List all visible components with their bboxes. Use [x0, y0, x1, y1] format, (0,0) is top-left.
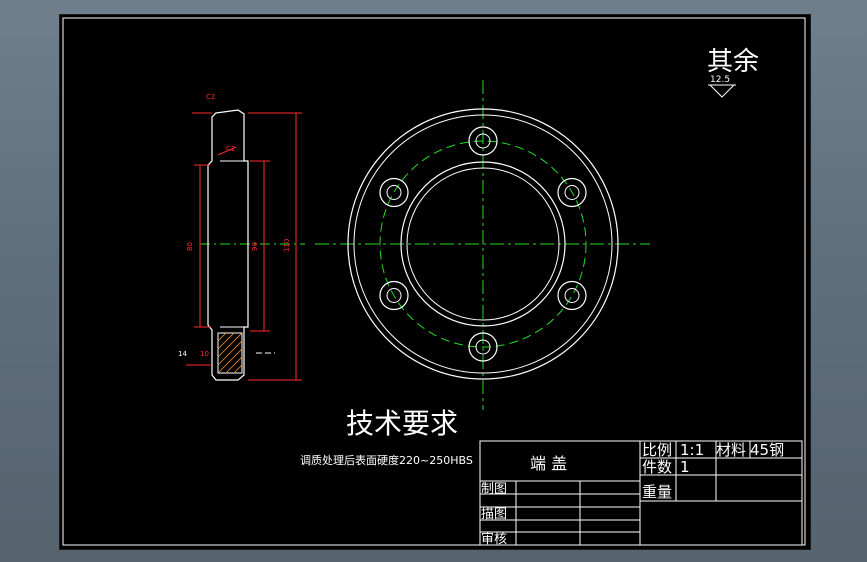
quantity-value: 1: [680, 458, 690, 476]
checked-label: 审核: [481, 532, 507, 547]
part-name: 端 盖: [530, 454, 567, 473]
bolt-hole: [557, 280, 587, 311]
drawing-sheet: C2 C2 80 90 110 14 10 其余 12.5 技术要求 调质处理后…: [59, 14, 811, 550]
bolt-hole-inner: [564, 288, 580, 303]
drawn-label: 制图: [481, 482, 507, 497]
scale-value: 1:1: [680, 441, 704, 459]
tech-requirements-item: 调质处理后表面硬度220~250HBS: [300, 453, 473, 467]
bolt-hole-inner: [386, 185, 402, 200]
material-value: 45钢: [750, 441, 784, 459]
roughness-value: 12.5: [710, 75, 730, 85]
dim-d1-label: 80: [186, 242, 194, 251]
weight-label: 重量: [642, 483, 672, 501]
section-hatching: [217, 332, 243, 374]
dim-s-label: 10: [200, 350, 209, 358]
dim-d2-label: 90: [251, 242, 259, 251]
chamfer-inner-label: C2: [226, 145, 235, 153]
chamfer-top-label: C2: [206, 93, 215, 101]
dim-d3-label: 110: [283, 239, 291, 252]
section-view: C2 C2 80 90 110 14 10: [178, 93, 305, 381]
cad-drawing: C2 C2 80 90 110 14 10 其余 12.5 技术要求 调质处理后…: [62, 17, 806, 547]
dim-t-label: 14: [178, 350, 187, 358]
tech-requirements-heading: 技术要求: [346, 407, 458, 440]
surface-roughness-note: 其余 12.5: [707, 47, 759, 98]
scale-label: 比例: [642, 441, 672, 459]
bolt-hole: [379, 177, 409, 208]
traced-label: 描图: [481, 507, 507, 522]
material-label: 材料: [716, 441, 746, 459]
roughness-other-label: 其余: [707, 47, 759, 77]
roughness-symbol-icon: [709, 84, 735, 98]
front-view: [315, 80, 650, 410]
quantity-label: 件数: [642, 458, 672, 476]
